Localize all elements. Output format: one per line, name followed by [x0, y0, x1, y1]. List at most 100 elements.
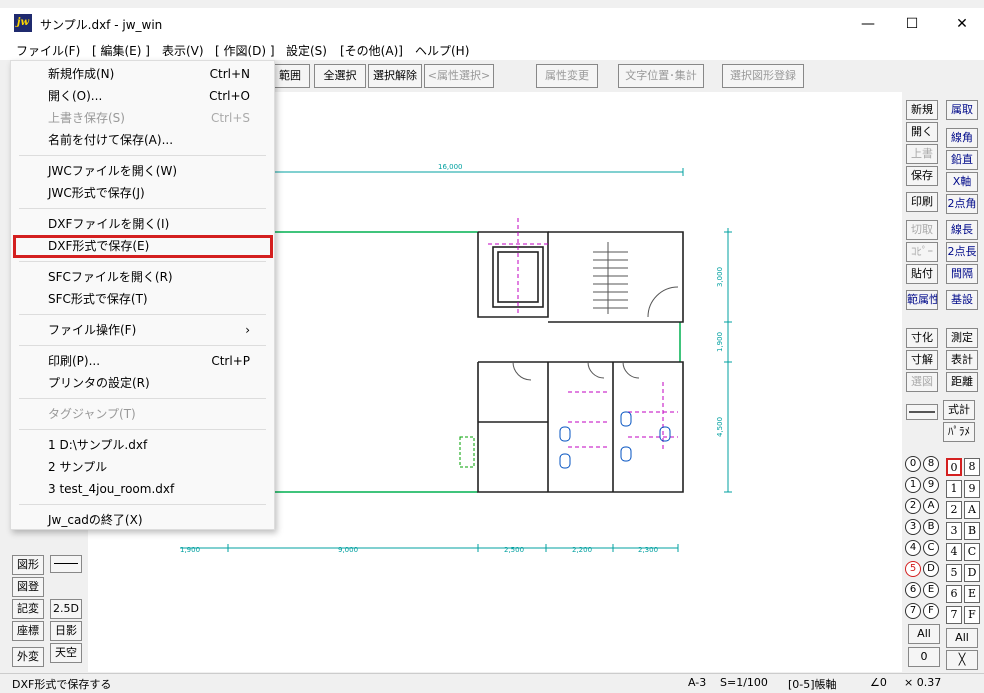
- tool-save[interactable]: 保存: [906, 166, 938, 186]
- tool-new[interactable]: 新規: [906, 100, 938, 120]
- tool-x-axis[interactable]: X軸: [946, 172, 978, 192]
- group-8[interactable]: 8: [964, 458, 980, 476]
- kihen-button[interactable]: 記変: [12, 599, 44, 619]
- layer-0[interactable]: 0: [905, 456, 921, 472]
- layer-all-button[interactable]: All: [908, 624, 940, 644]
- menu-settings[interactable]: 設定(S): [286, 42, 327, 59]
- zukei-button[interactable]: 図形: [12, 555, 44, 575]
- group-x-button[interactable]: ╳: [946, 650, 978, 670]
- layer-8[interactable]: 8: [923, 456, 939, 472]
- group-A[interactable]: A: [964, 501, 980, 519]
- tool-vertical[interactable]: 鉛直: [946, 150, 978, 170]
- menu-overwrite[interactable]: 上書き保存(S): [48, 108, 125, 128]
- layer-readout[interactable]: [0-5]帳軸: [788, 676, 837, 692]
- layer-E[interactable]: E: [923, 582, 939, 598]
- layer-D[interactable]: D: [923, 561, 939, 577]
- layer-5-active[interactable]: 5: [905, 561, 921, 577]
- menu-jwc-save[interactable]: JWC形式で保存(J): [48, 183, 145, 203]
- menu-draw[interactable]: [ 作図(D) ]: [215, 42, 275, 59]
- deselect-button[interactable]: 選択解除: [368, 64, 422, 88]
- angle-readout[interactable]: ∠0: [870, 676, 887, 689]
- group-0-active[interactable]: 0: [946, 458, 962, 476]
- menu-recent-1[interactable]: 1 D:\サンプル.dxf: [48, 435, 147, 455]
- group-9[interactable]: 9: [964, 480, 980, 498]
- menu-other[interactable]: [その他(A)]: [340, 42, 403, 59]
- zahyo-button[interactable]: 座標: [12, 621, 44, 641]
- tool-paste[interactable]: 貼付: [906, 264, 938, 284]
- tool-line-angle[interactable]: 線角: [946, 128, 978, 148]
- group-2[interactable]: 2: [946, 501, 962, 519]
- layer-1[interactable]: 1: [905, 477, 921, 493]
- group-7[interactable]: 7: [946, 606, 962, 624]
- line-type-button[interactable]: [50, 555, 82, 573]
- layer-F[interactable]: F: [923, 603, 939, 619]
- maximize-button[interactable]: ☐: [890, 8, 934, 40]
- tool-copy[interactable]: ｺﾋﾟｰ: [906, 242, 938, 262]
- zutou-button[interactable]: 図登: [12, 577, 44, 597]
- tenku-button[interactable]: 天空: [50, 643, 82, 663]
- group-4[interactable]: 4: [946, 543, 962, 561]
- menu-new[interactable]: 新規作成(N): [48, 64, 114, 84]
- layer-9[interactable]: 9: [923, 477, 939, 493]
- close-button[interactable]: ✕: [940, 8, 984, 40]
- menu-dxf-save[interactable]: DXF形式で保存(E): [48, 236, 149, 256]
- attr-select-button[interactable]: <属性選択>: [424, 64, 494, 88]
- tool-overwrite[interactable]: 上書: [906, 144, 938, 164]
- menu-open[interactable]: 開く(O)...: [48, 86, 102, 106]
- tool-dim-convert[interactable]: 寸化: [906, 328, 938, 348]
- layer-2[interactable]: 2: [905, 498, 921, 514]
- minimize-button[interactable]: —: [846, 8, 890, 40]
- menu-print[interactable]: 印刷(P)...: [48, 351, 100, 371]
- tool-cut[interactable]: 切取: [906, 220, 938, 240]
- menu-help[interactable]: ヘルプ(H): [415, 42, 469, 59]
- group-6[interactable]: 6: [946, 585, 962, 603]
- group-B[interactable]: B: [964, 522, 980, 540]
- menu-dxf-open[interactable]: DXFファイルを開く(I): [48, 214, 169, 234]
- menu-recent-3[interactable]: 3 test_4jou_room.dxf: [48, 479, 174, 499]
- menu-tag-jump[interactable]: タグジャンプ(T): [48, 404, 136, 424]
- group-F[interactable]: F: [964, 606, 980, 624]
- tool-interval[interactable]: 間隔: [946, 264, 978, 284]
- menu-sfc-open[interactable]: SFCファイルを開く(R): [48, 267, 173, 287]
- paper-size[interactable]: A-3: [688, 676, 706, 689]
- group-all-button[interactable]: All: [946, 628, 978, 648]
- ratio-readout[interactable]: × 0.37: [904, 676, 941, 689]
- nichiei-button[interactable]: 日影: [50, 621, 82, 641]
- tool-distance[interactable]: 距離: [946, 372, 978, 392]
- menu-sfc-save[interactable]: SFC形式で保存(T): [48, 289, 148, 309]
- layer-3[interactable]: 3: [905, 519, 921, 535]
- menu-exit[interactable]: Jw_cadの終了(X): [48, 510, 143, 530]
- attr-change-button[interactable]: 属性変更: [536, 64, 598, 88]
- menu-jwc-open[interactable]: JWCファイルを開く(W): [48, 161, 177, 181]
- tool-dim-release[interactable]: 寸解: [906, 350, 938, 370]
- gaihen-button[interactable]: 外変: [12, 647, 44, 667]
- menu-recent-2[interactable]: 2 サンプル: [48, 457, 107, 477]
- layer-B[interactable]: B: [923, 519, 939, 535]
- menu-edit[interactable]: [ 編集(E) ]: [92, 42, 150, 59]
- layer-7[interactable]: 7: [905, 603, 921, 619]
- range-button[interactable]: 範囲: [270, 64, 310, 88]
- group-3[interactable]: 3: [946, 522, 962, 540]
- menu-save-as[interactable]: 名前を付けて保存(A)...: [48, 130, 173, 150]
- tool-select-fig[interactable]: 選図: [906, 372, 938, 392]
- layer-C[interactable]: C: [923, 540, 939, 556]
- tool-2pt-angle[interactable]: 2点角: [946, 194, 978, 214]
- menu-printer-settings[interactable]: プリンタの設定(R): [48, 373, 150, 393]
- layer-4[interactable]: 4: [905, 540, 921, 556]
- group-E[interactable]: E: [964, 585, 980, 603]
- menu-file-ops[interactable]: ファイル操作(F): [48, 320, 136, 340]
- select-all-button[interactable]: 全選択: [314, 64, 366, 88]
- tool-attr-get[interactable]: 属取: [946, 100, 978, 120]
- menu-view[interactable]: 表示(V): [162, 42, 204, 59]
- tool-measure[interactable]: 測定: [946, 328, 978, 348]
- line-style-swatch[interactable]: [906, 404, 938, 420]
- tool-2pt-length[interactable]: 2点長: [946, 242, 978, 262]
- tool-range-attr[interactable]: 範属性: [906, 290, 938, 310]
- group-D[interactable]: D: [964, 564, 980, 582]
- text-pos-button[interactable]: 文字位置･集計: [618, 64, 704, 88]
- scale-readout[interactable]: S=1/100: [720, 676, 768, 689]
- tool-line-length[interactable]: 線長: [946, 220, 978, 240]
- tool-table-calc[interactable]: 表計: [946, 350, 978, 370]
- sel-register-button[interactable]: 選択図形登録: [722, 64, 804, 88]
- layer-6[interactable]: 6: [905, 582, 921, 598]
